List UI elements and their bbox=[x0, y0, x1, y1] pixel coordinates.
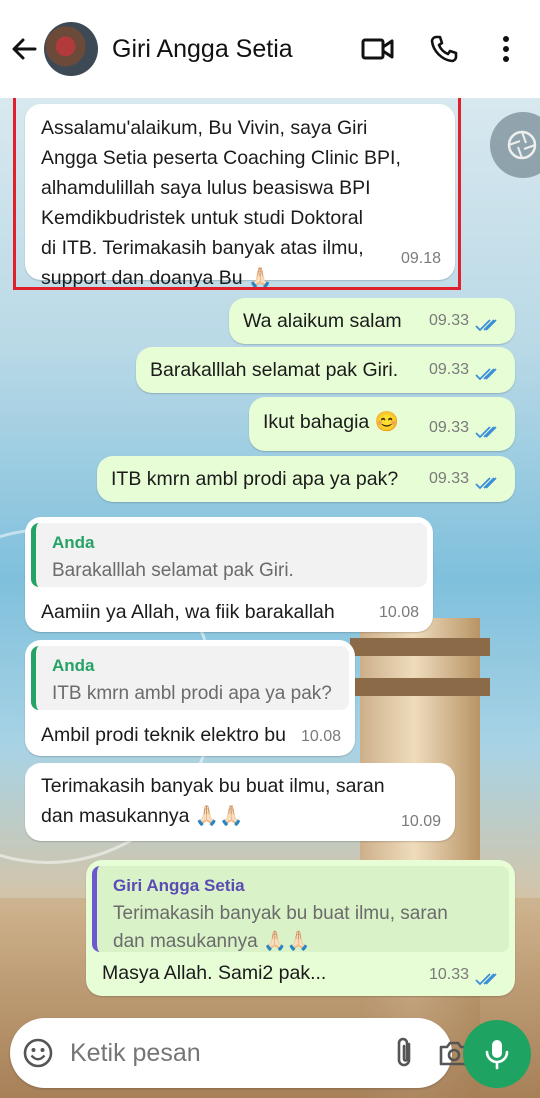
quoted-text-line: Terimakasih banyak bu buat ilmu, saran bbox=[113, 903, 448, 924]
message-text: Wa alaikum salam bbox=[243, 310, 402, 332]
message-text: Ikut bahagia 😊 bbox=[263, 411, 399, 433]
more-options-button[interactable] bbox=[482, 25, 530, 73]
quoted-text-line: dan masukannya 🙏🏻🙏🏻 bbox=[113, 931, 311, 952]
message-text: ITB kmrn ambl prodi apa ya pak? bbox=[111, 468, 399, 490]
message-text: Masya Allah. Sami2 pak... bbox=[102, 962, 327, 984]
more-vertical-icon bbox=[503, 36, 509, 62]
incoming-reply-message[interactable]: Anda Barakalllah selamat pak Giri. Aamii… bbox=[25, 517, 433, 632]
read-ticks-icon bbox=[475, 368, 497, 381]
quoted-text: ITB kmrn ambl prodi apa ya pak? bbox=[52, 683, 332, 704]
camera-shutter-icon bbox=[507, 130, 537, 160]
quoted-sender: Anda bbox=[52, 533, 95, 552]
back-arrow-icon bbox=[12, 38, 37, 60]
contact-name[interactable]: Giri Angga Setia bbox=[112, 35, 354, 64]
message-time: 09.33 bbox=[428, 361, 469, 378]
message-input[interactable] bbox=[68, 1037, 394, 1069]
message-text-line: dan masukannya 🙏🏻🙏🏻 bbox=[41, 805, 244, 827]
read-ticks-icon bbox=[475, 973, 497, 986]
highlight-box bbox=[13, 95, 461, 290]
contact-avatar[interactable] bbox=[44, 22, 98, 76]
chat-header: Giri Angga Setia bbox=[0, 0, 540, 98]
message-time: 10.08 bbox=[300, 728, 341, 745]
quoted-message[interactable]: Giri Angga Setia Terimakasih banyak bu b… bbox=[92, 866, 509, 952]
outgoing-message[interactable]: Ikut bahagia 😊 09.33 bbox=[249, 397, 515, 451]
message-time: 10.08 bbox=[378, 604, 419, 621]
video-call-button[interactable] bbox=[354, 25, 402, 73]
phone-icon bbox=[430, 35, 458, 63]
outgoing-message[interactable]: Wa alaikum salam 09.33 bbox=[229, 298, 515, 344]
message-text: Aamiin ya Allah, wa fiik barakallah bbox=[41, 601, 335, 623]
read-ticks-icon bbox=[475, 426, 497, 439]
quoted-message[interactable]: Anda Barakalllah selamat pak Giri. bbox=[31, 523, 427, 587]
wallpaper-tower-band bbox=[350, 638, 490, 656]
paperclip-icon bbox=[397, 1037, 411, 1067]
message-time: 09.33 bbox=[428, 470, 469, 487]
emoji-button[interactable] bbox=[22, 1033, 54, 1073]
back-button[interactable] bbox=[0, 25, 48, 73]
incoming-message[interactable]: Terimakasih banyak bu buat ilmu, saran d… bbox=[25, 763, 455, 841]
outgoing-message[interactable]: ITB kmrn ambl prodi apa ya pak? 09.33 bbox=[97, 456, 515, 502]
message-time: 09.33 bbox=[428, 312, 469, 329]
wallpaper-tower-band bbox=[350, 678, 490, 696]
quoted-text: Barakalllah selamat pak Giri. bbox=[52, 560, 294, 581]
microphone-icon bbox=[485, 1040, 509, 1070]
incoming-reply-message[interactable]: Anda ITB kmrn ambl prodi apa ya pak? Amb… bbox=[25, 640, 355, 756]
message-text: Barakalllah selamat pak Giri. bbox=[150, 359, 399, 381]
message-text-line: Terimakasih banyak bu buat ilmu, saran bbox=[41, 775, 385, 797]
message-text: Ambil prodi teknik elektro bu bbox=[41, 724, 286, 746]
message-composer bbox=[10, 1018, 469, 1088]
voice-record-button[interactable] bbox=[463, 1020, 531, 1088]
message-time: 10.09 bbox=[400, 813, 441, 830]
message-time: 09.33 bbox=[428, 419, 469, 436]
emoji-icon bbox=[23, 1038, 53, 1068]
attach-button[interactable] bbox=[394, 1031, 416, 1075]
outgoing-reply-message[interactable]: Giri Angga Setia Terimakasih banyak bu b… bbox=[86, 860, 515, 996]
message-time: 10.33 bbox=[428, 966, 469, 983]
read-ticks-icon bbox=[475, 477, 497, 490]
outgoing-message[interactable]: Barakalllah selamat pak Giri. 09.33 bbox=[136, 347, 515, 393]
quoted-sender: Giri Angga Setia bbox=[113, 876, 245, 895]
video-camera-icon bbox=[361, 38, 394, 60]
read-ticks-icon bbox=[475, 319, 497, 332]
quoted-sender: Anda bbox=[52, 656, 95, 675]
quoted-message[interactable]: Anda ITB kmrn ambl prodi apa ya pak? bbox=[31, 646, 349, 710]
voice-call-button[interactable] bbox=[420, 25, 468, 73]
